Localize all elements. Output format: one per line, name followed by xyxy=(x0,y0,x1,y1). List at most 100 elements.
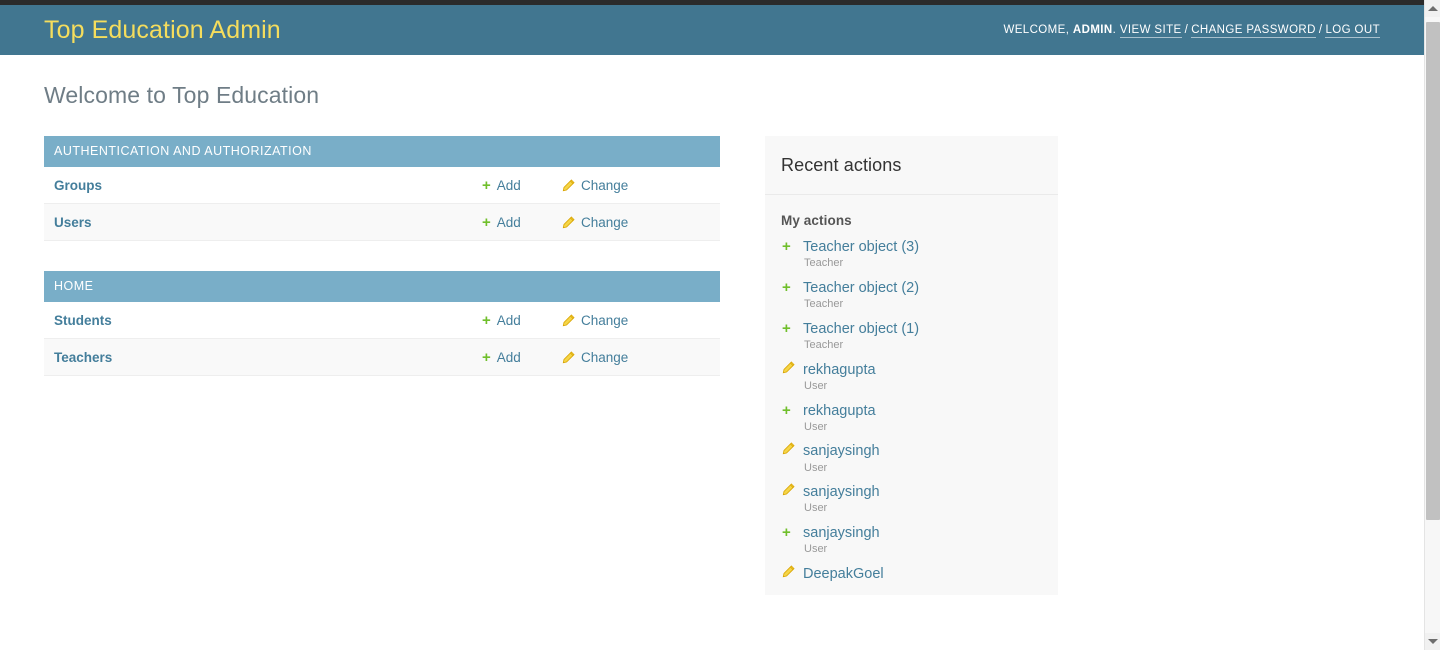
dashboard-columns: AUTHENTICATION AND AUTHORIZATION Groups … xyxy=(44,136,1380,596)
add-link-users[interactable]: + Add xyxy=(482,215,562,230)
recent-action-link[interactable]: DeepakGoel xyxy=(803,566,884,582)
recent-action-item: rekhagupta User xyxy=(781,355,1042,396)
plus-icon: + xyxy=(482,348,491,366)
app-module-caption[interactable]: AUTHENTICATION AND AUTHORIZATION xyxy=(44,136,720,167)
pencil-icon xyxy=(782,483,798,501)
recent-action-item: + rekhagupta User xyxy=(781,396,1042,437)
recent-action-link[interactable]: rekhagupta xyxy=(803,403,876,419)
change-link-groups[interactable]: Change xyxy=(562,178,628,193)
change-link-teachers[interactable]: Change xyxy=(562,350,628,365)
pencil-icon xyxy=(782,565,798,583)
model-link-users[interactable]: Users xyxy=(54,215,92,230)
recent-actions-title: Recent actions xyxy=(765,136,1058,195)
link-separator-1: / xyxy=(1184,24,1189,36)
change-label: Change xyxy=(581,214,629,230)
recent-action-item: + sanjaysingh User xyxy=(781,518,1042,559)
plus-icon: + xyxy=(782,319,791,337)
recent-action-item: + Teacher object (3) Teacher xyxy=(781,232,1042,273)
plus-icon: + xyxy=(482,176,491,194)
plus-icon: + xyxy=(782,401,791,419)
model-name-cell: Students xyxy=(54,313,482,328)
user-tools: WELCOME, ADMIN. VIEW SITE / CHANGE PASSWOR… xyxy=(1003,24,1380,38)
recent-action-content-type: User xyxy=(804,543,828,556)
app-module-caption[interactable]: HOME xyxy=(44,271,720,302)
model-name-cell: Teachers xyxy=(54,350,482,365)
pencil-icon xyxy=(782,361,798,379)
add-label: Add xyxy=(496,177,521,193)
add-link-students[interactable]: + Add xyxy=(482,313,562,328)
log-out-link[interactable]: LOG OUT xyxy=(1325,24,1380,38)
recent-action-item: DeepakGoel xyxy=(781,559,1042,585)
add-label: Add xyxy=(496,312,521,328)
plus-icon: + xyxy=(482,311,491,329)
chevron-down-icon xyxy=(1427,639,1438,644)
app-module-auth: AUTHENTICATION AND AUTHORIZATION Groups … xyxy=(44,136,720,241)
recent-actions-list: + Teacher object (3) Teacher + Teacher objec… xyxy=(765,232,1058,595)
admin-page: Top Education Admin WELCOME, ADMIN. VIEW… xyxy=(0,5,1424,650)
pencil-icon xyxy=(562,313,575,327)
plus-icon: + xyxy=(482,213,491,231)
change-password-link[interactable]: CHANGE PASSWORD xyxy=(1191,24,1316,38)
pencil-icon xyxy=(562,178,575,192)
scroll-up-button[interactable] xyxy=(1425,0,1440,17)
model-row-students: Students + Add Change xyxy=(44,302,720,339)
add-label: Add xyxy=(496,349,521,365)
content-wrapper: Welcome to Top Education AUTHENTICATION … xyxy=(0,82,1424,596)
plus-icon: + xyxy=(782,278,791,296)
page-title: Welcome to Top Education xyxy=(44,82,320,108)
recent-action-content-type: Teacher xyxy=(804,338,844,351)
recent-action-item: sanjaysingh User xyxy=(781,477,1042,518)
recent-action-link[interactable]: Teacher object (1) xyxy=(803,321,919,337)
page-scrollbar[interactable] xyxy=(1424,0,1440,650)
model-actions-cell: + Add Change xyxy=(482,313,710,328)
recent-action-link[interactable]: sanjaysingh xyxy=(803,443,880,459)
change-label: Change xyxy=(581,177,629,193)
current-username: ADMIN xyxy=(1072,24,1113,36)
recent-action-link[interactable]: rekhagupta xyxy=(803,362,876,378)
recent-action-link[interactable]: sanjaysingh xyxy=(803,484,880,500)
recent-action-item: + Teacher object (2) Teacher xyxy=(781,273,1042,314)
site-branding-title[interactable]: Top Education Admin xyxy=(44,17,281,43)
scrollbar-thumb[interactable] xyxy=(1426,22,1440,520)
model-name-cell: Users xyxy=(54,215,482,230)
add-link-groups[interactable]: + Add xyxy=(482,178,562,193)
chevron-up-icon xyxy=(1427,6,1438,11)
site-header: Top Education Admin WELCOME, ADMIN. VIEW… xyxy=(0,5,1424,55)
welcome-text: WELCOME, xyxy=(1003,24,1070,36)
view-site-link[interactable]: VIEW SITE xyxy=(1119,24,1182,38)
recent-action-item: + Teacher object (1) Teacher xyxy=(781,314,1042,355)
pencil-icon xyxy=(562,350,575,364)
model-link-teachers[interactable]: Teachers xyxy=(54,350,112,365)
plus-icon: + xyxy=(782,238,791,255)
model-link-groups[interactable]: Groups xyxy=(54,178,102,193)
recent-action-content-type: User xyxy=(804,461,828,474)
scroll-down-button[interactable] xyxy=(1425,633,1440,650)
recent-action-link[interactable]: Teacher object (3) xyxy=(803,239,919,255)
recent-action-content-type: Teacher xyxy=(804,298,844,310)
change-label: Change xyxy=(581,312,629,328)
model-name-cell: Groups xyxy=(54,178,482,193)
welcome-period: . xyxy=(1112,24,1117,36)
recent-action-link[interactable]: sanjaysingh xyxy=(803,525,880,541)
model-actions-cell: + Add Change xyxy=(482,178,710,193)
pencil-icon xyxy=(782,442,798,460)
recent-action-content-type: Teacher xyxy=(804,257,844,270)
pencil-icon xyxy=(562,215,575,229)
recent-action-content-type: User xyxy=(804,502,828,515)
recent-action-content-type: User xyxy=(804,379,828,392)
model-row-teachers: Teachers + Add Change xyxy=(44,339,720,376)
change-link-users[interactable]: Change xyxy=(562,215,628,230)
browser-viewport: Top Education Admin WELCOME, ADMIN. VIEW… xyxy=(0,0,1440,650)
model-row-users: Users + Add Change xyxy=(44,204,720,241)
model-row-groups: Groups + Add Change xyxy=(44,167,720,204)
add-label: Add xyxy=(496,214,521,230)
model-link-students[interactable]: Students xyxy=(54,313,112,328)
change-link-students[interactable]: Change xyxy=(562,313,628,328)
recent-action-item: sanjaysingh User xyxy=(781,436,1042,477)
my-actions-subtitle: My actions xyxy=(781,213,852,228)
add-link-teachers[interactable]: + Add xyxy=(482,350,562,365)
app-list-column: AUTHENTICATION AND AUTHORIZATION Groups … xyxy=(44,136,720,406)
recent-action-content-type: User xyxy=(804,420,828,433)
recent-action-link[interactable]: Teacher object (2) xyxy=(803,280,919,296)
model-actions-cell: + Add Change xyxy=(482,350,710,365)
